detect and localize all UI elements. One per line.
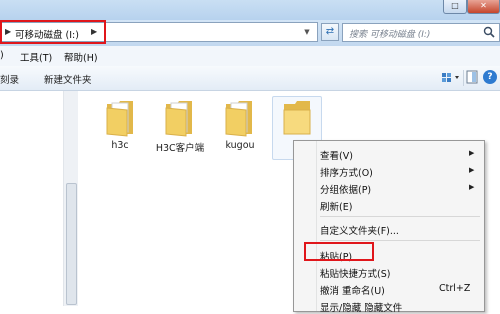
context-menu-gutter xyxy=(316,141,317,311)
close-button[interactable]: ✕ xyxy=(467,0,500,14)
navigation-scrollbar[interactable] xyxy=(63,91,78,306)
context-item-show-hidden[interactable]: 显示/隐藏 隐藏文件 xyxy=(320,300,402,314)
menu-item-tools[interactable]: 工具(T) xyxy=(20,50,52,64)
maximize-button[interactable]: □ xyxy=(443,0,467,14)
address-dropdown-button[interactable]: ▼ xyxy=(297,24,317,40)
submenu-arrow-icon: ▶ xyxy=(469,149,475,157)
context-item-refresh[interactable]: 刷新(E) xyxy=(320,199,352,213)
navigation-pane[interactable] xyxy=(0,91,62,306)
refresh-button[interactable]: ⇄ xyxy=(321,23,339,41)
change-view-icon[interactable] xyxy=(440,70,462,86)
undo-shortcut: Ctrl+Z xyxy=(439,283,471,294)
highlight-paste-box xyxy=(304,242,374,261)
folder-icon[interactable] xyxy=(162,98,196,138)
window-titlebar: □ ✕ xyxy=(0,0,500,20)
search-input[interactable]: 搜索 可移动磁盘 (I:) xyxy=(342,23,500,42)
menu-item-help[interactable]: 帮助(H) xyxy=(64,50,98,64)
folder-label[interactable]: kugou xyxy=(208,140,272,151)
menu-item-partial[interactable]: ) xyxy=(0,50,4,61)
context-item-undo-rename[interactable]: 撤消 重命名(U) xyxy=(320,283,385,297)
context-item-customize[interactable]: 自定义文件夹(F)... xyxy=(320,223,399,237)
search-icon[interactable] xyxy=(483,26,495,38)
context-menu: 查看(V) ▶ 排序方式(O) ▶ 分组依据(P) ▶ 刷新(E) 自定义文件夹… xyxy=(293,140,485,314)
preview-pane-icon[interactable] xyxy=(466,70,478,84)
submenu-arrow-icon: ▶ xyxy=(469,183,475,191)
folder-label[interactable]: H3C客户端 xyxy=(148,140,212,154)
close-icon: ✕ xyxy=(480,1,487,10)
context-item-sort[interactable]: 排序方式(O) xyxy=(320,165,373,179)
burn-button[interactable]: 刻录 xyxy=(0,72,19,86)
folder-icon[interactable] xyxy=(280,98,314,138)
new-folder-button[interactable]: 新建文件夹 xyxy=(44,72,92,86)
folder-icon[interactable] xyxy=(222,98,256,138)
chevron-down-icon: ▼ xyxy=(304,28,310,36)
context-separator xyxy=(320,240,480,241)
scrollbar-thumb[interactable] xyxy=(66,183,77,305)
highlight-address-box xyxy=(0,20,106,44)
submenu-arrow-icon: ▶ xyxy=(469,166,475,174)
command-toolbar: 刻录 新建文件夹 ? xyxy=(0,66,500,91)
folder-label[interactable]: h3c xyxy=(88,140,152,151)
refresh-icon: ⇄ xyxy=(325,26,335,37)
context-item-paste-shortcut[interactable]: 粘贴快捷方式(S) xyxy=(320,266,390,280)
toolbar-divider xyxy=(463,70,464,86)
maximize-icon: □ xyxy=(451,1,459,10)
context-item-view[interactable]: 查看(V) xyxy=(320,148,353,162)
context-separator xyxy=(320,216,480,217)
context-item-group[interactable]: 分组依据(P) xyxy=(320,182,371,196)
search-placeholder: 搜索 可移动磁盘 (I:) xyxy=(349,30,431,40)
menu-bar: ) 工具(T) 帮助(H) xyxy=(0,46,500,67)
help-button[interactable]: ? xyxy=(483,70,497,84)
folder-icon[interactable] xyxy=(103,98,137,138)
